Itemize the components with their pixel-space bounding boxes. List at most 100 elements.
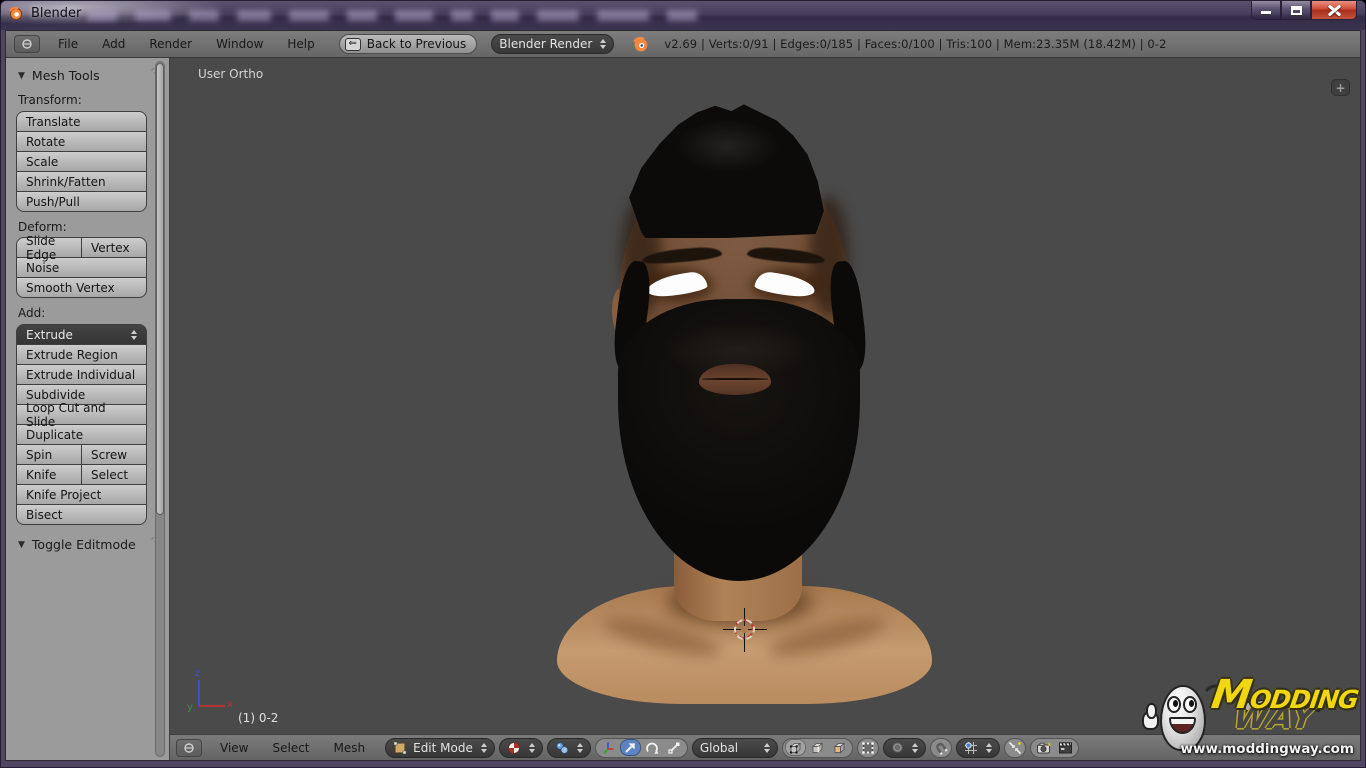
dropdown-arrows-icon	[986, 743, 992, 753]
translate-button[interactable]: Translate	[16, 111, 147, 132]
opengl-render-group	[1030, 738, 1079, 758]
close-button[interactable]	[1311, 1, 1357, 20]
viewport-3d[interactable]: User Ortho +	[170, 58, 1360, 760]
toggle-editmode-panel-title: Toggle Editmode	[32, 537, 136, 552]
menu-view[interactable]: View	[210, 738, 258, 758]
tool-shelf: ▼ Mesh Tools Transform: Translate Rotate…	[6, 58, 170, 760]
knife-button[interactable]: Knife	[16, 464, 82, 485]
scale-manipulator-button[interactable]	[664, 739, 685, 756]
transform-label: Transform:	[18, 93, 147, 107]
snap-element-select[interactable]	[956, 738, 1000, 758]
snap-target-icon	[1008, 741, 1022, 755]
toggle-editmode-panel-header[interactable]: ▼ Toggle Editmode	[18, 537, 147, 552]
axis-label-x: x	[227, 699, 233, 710]
moddingway-watermark: WAY MODDING www.moddingway.com	[1144, 669, 1358, 759]
add-label: Add:	[18, 306, 147, 320]
noise-button[interactable]: Noise	[16, 257, 147, 278]
occlude-geometry-toggle[interactable]	[857, 738, 879, 758]
rotate-manipulator-icon	[645, 741, 659, 755]
mode-select[interactable]: Edit Mode	[385, 738, 495, 758]
viewport-shading-select[interactable]	[499, 738, 543, 758]
occlude-toggle-icon	[861, 741, 875, 755]
dropdown-arrows-icon	[529, 743, 535, 753]
extrude-region-button[interactable]: Extrude Region	[16, 344, 147, 365]
knife-select-button[interactable]: Select	[81, 464, 147, 485]
snap-magnet-icon	[934, 741, 948, 755]
slide-edge-button[interactable]: Slide Edge	[16, 237, 82, 258]
screw-button[interactable]: Screw	[81, 444, 147, 465]
translate-manipulator-button[interactable]	[620, 739, 641, 756]
deform-label: Deform:	[18, 220, 147, 234]
minimize-icon	[1261, 11, 1271, 14]
render-engine-select[interactable]: Blender Render	[491, 34, 614, 54]
menu-add[interactable]: Add	[92, 34, 135, 54]
slide-vertex-button[interactable]: Vertex	[81, 237, 147, 258]
pivot-point-select[interactable]	[547, 738, 591, 758]
scale-button[interactable]: Scale	[16, 151, 147, 172]
scene-stats: v2.69 | Verts:0/91 | Edges:0/185 | Faces…	[664, 37, 1166, 51]
properties-region-toggle[interactable]: +	[1331, 79, 1350, 96]
translate-manipulator-icon	[623, 741, 637, 755]
extrude-dropdown[interactable]: Extrude	[16, 324, 147, 345]
rotate-manipulator-button[interactable]	[642, 739, 663, 756]
model-lips	[699, 364, 771, 395]
loop-cut-and-slide-button[interactable]: Loop Cut and Slide	[16, 404, 147, 425]
plus-icon: +	[1335, 81, 1345, 95]
push-pull-button[interactable]: Push/Pull	[16, 191, 147, 212]
extrude-dropdown-value: Extrude	[26, 328, 73, 342]
blender-logo-icon	[632, 35, 650, 53]
model-beard	[618, 299, 860, 581]
vertex-select-button[interactable]	[785, 739, 806, 756]
face-select-button[interactable]	[829, 739, 850, 756]
back-arrow-icon: ⇐	[345, 38, 361, 51]
dropdown-arrows-icon	[912, 743, 918, 753]
transform-orientation-select[interactable]: Global	[692, 738, 778, 758]
camera-icon	[1036, 741, 1051, 755]
rotate-button[interactable]: Rotate	[16, 131, 147, 152]
spin-button[interactable]: Spin	[16, 444, 82, 465]
editor-type-button[interactable]	[176, 739, 202, 757]
mesh-tools-panel-header[interactable]: ▼ Mesh Tools	[18, 68, 147, 83]
edge-select-button[interactable]	[807, 739, 828, 756]
maximize-icon	[1291, 6, 1302, 15]
pivot-point-icon	[555, 741, 569, 755]
menu-help[interactable]: Help	[277, 34, 324, 54]
minimize-button[interactable]	[1251, 1, 1281, 20]
watermark-url: www.moddingway.com	[1181, 741, 1354, 757]
shrink-fatten-button[interactable]: Shrink/Fatten	[16, 171, 147, 192]
menu-select[interactable]: Select	[262, 738, 319, 758]
extrude-individual-button[interactable]: Extrude Individual	[16, 364, 147, 385]
knife-project-button[interactable]: Knife Project	[16, 484, 147, 505]
scrollbar-thumb[interactable]	[156, 63, 164, 515]
blender-window: Blender File Add Render Window Help	[0, 0, 1366, 768]
window-title: Blender	[31, 6, 81, 21]
dropdown-arrows-icon	[481, 743, 487, 753]
menu-file[interactable]: File	[48, 34, 88, 54]
collapse-triangle-icon: ▼	[18, 540, 25, 550]
mesh-tools-panel-title: Mesh Tools	[32, 68, 100, 83]
snap-toggle-button[interactable]	[930, 738, 952, 758]
menu-window[interactable]: Window	[206, 34, 273, 54]
tool-shelf-scrollbar[interactable]	[155, 61, 165, 757]
blender-app-icon	[8, 5, 24, 21]
back-to-previous-label: Back to Previous	[367, 37, 467, 51]
opengl-render-animation-button[interactable]	[1055, 739, 1076, 756]
editor-type-button[interactable]	[14, 35, 40, 53]
close-icon	[1328, 5, 1341, 16]
opengl-render-image-button[interactable]	[1033, 739, 1054, 756]
window-titlebar[interactable]: Blender	[1, 1, 1365, 30]
head-model	[547, 101, 947, 701]
maximize-button[interactable]	[1281, 1, 1311, 20]
snap-target-button[interactable]	[1004, 738, 1026, 758]
back-to-previous-button[interactable]: ⇐ Back to Previous	[339, 34, 478, 54]
view-orientation-label: User Ortho	[198, 67, 263, 81]
menu-mesh[interactable]: Mesh	[324, 738, 376, 758]
proportional-editing-select[interactable]	[883, 738, 926, 758]
model-hair	[625, 103, 830, 238]
menu-render[interactable]: Render	[139, 34, 202, 54]
bisect-button[interactable]: Bisect	[16, 504, 147, 525]
smooth-vertex-button[interactable]: Smooth Vertex	[16, 277, 147, 298]
3d-cursor[interactable]	[730, 615, 760, 645]
manipulator-toggle-button[interactable]	[598, 739, 619, 756]
editor-type-icon	[21, 38, 33, 50]
